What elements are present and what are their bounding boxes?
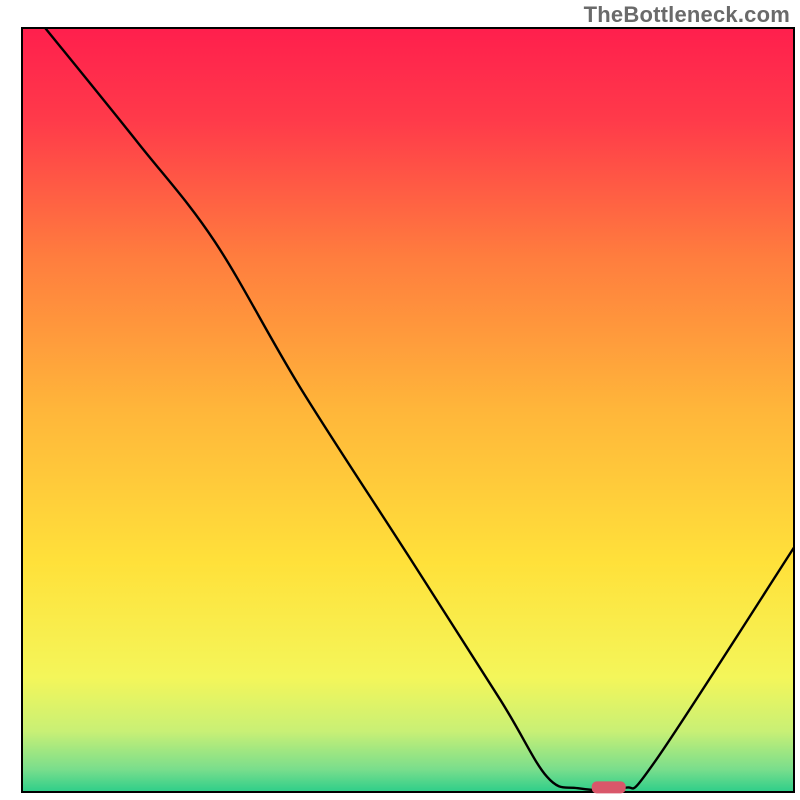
chart-canvas	[0, 0, 800, 800]
chart-stage: TheBottleneck.com	[0, 0, 800, 800]
optimal-marker	[592, 781, 626, 793]
